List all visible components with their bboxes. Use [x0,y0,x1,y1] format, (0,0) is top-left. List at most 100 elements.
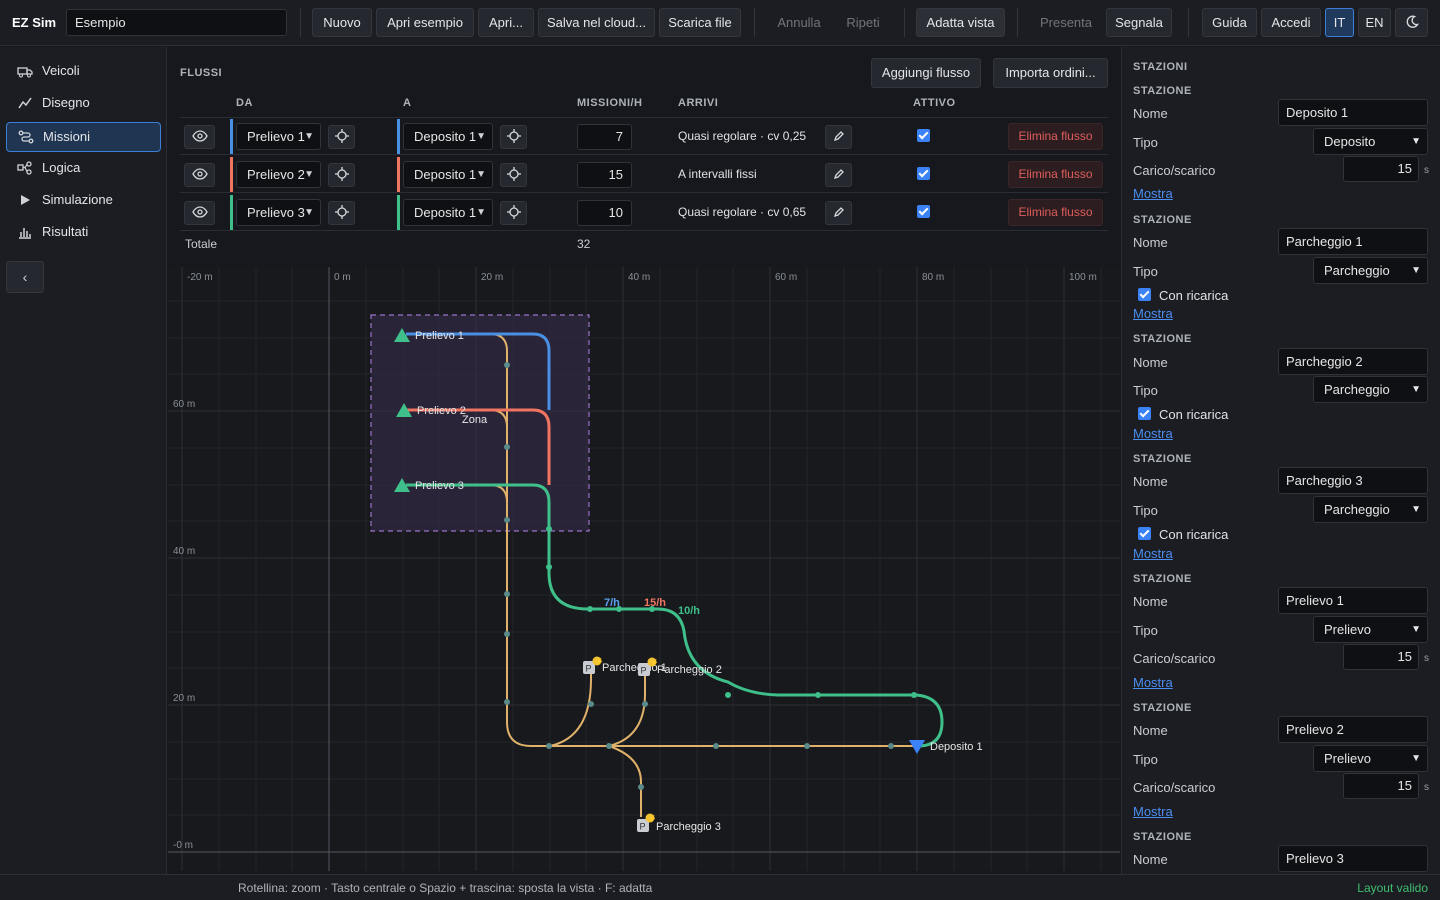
edit-arrivals-button[interactable] [825,125,852,149]
visibility-toggle-button[interactable] [184,125,215,149]
missions-input[interactable]: 15 [577,162,632,188]
type-value: Parcheggio [1324,382,1390,397]
missions-input[interactable]: 7 [577,124,632,150]
locate-to-button[interactable] [500,163,527,187]
delete-flow-button[interactable]: Elimina flusso [1008,161,1103,188]
col-header-active: ATTIVO [913,97,956,109]
chevron-left-icon: ‹ [22,269,28,285]
save-cloud-button[interactable]: Salva nel cloud... [538,8,655,37]
from-select[interactable]: Prelievo 2 ▼ [236,161,321,188]
charging-checkbox[interactable] [1138,407,1151,420]
open-example-button[interactable]: Apri esempio [376,8,474,37]
from-select[interactable]: Prelievo 1 ▼ [236,123,321,150]
to-select[interactable]: Deposito 1 ▼ [403,123,493,150]
station-section-label: STAZIONE [1133,333,1192,345]
station-name-input[interactable]: Parcheggio 1 [1278,228,1428,255]
load-time-input[interactable]: 15 [1343,644,1419,670]
axes [168,267,1120,871]
locate-from-button[interactable] [328,163,355,187]
edit-arrivals-button[interactable] [825,201,852,225]
station-name-input[interactable]: Deposito 1 [1278,99,1428,126]
login-button[interactable]: Accedi [1261,8,1321,37]
station-type-select[interactable]: Parcheggio ▼ [1313,257,1428,284]
edit-arrivals-button[interactable] [825,163,852,187]
to-select[interactable]: Deposito 1 ▼ [403,199,493,226]
sidebar-item-risultati[interactable]: Risultati [6,218,161,248]
active-checkbox[interactable] [917,129,930,142]
open-button[interactable]: Apri... [478,8,534,37]
present-button[interactable]: Presenta [1030,8,1102,37]
sidebar-item-logica[interactable]: Logica [6,154,161,184]
type-label: Tipo [1133,135,1158,150]
station-name-input[interactable]: Parcheggio 2 [1278,348,1428,375]
lang-it-button[interactable]: IT [1325,8,1354,37]
active-checkbox[interactable] [917,205,930,218]
eye-icon [191,167,208,180]
sidebar-item-veicoli[interactable]: Veicoli [6,57,161,87]
show-station-link[interactable]: Mostra [1133,546,1173,561]
station-type-select[interactable]: Parcheggio ▼ [1313,496,1428,523]
layout-canvas[interactable]: -20 m 0 m 20 m 40 m 60 m 80 m 100 m 60 m… [168,267,1120,871]
visibility-toggle-button[interactable] [184,163,215,187]
layout-map[interactable]: -20 m 0 m 20 m 40 m 60 m 80 m 100 m 60 m… [168,267,1120,871]
top-toolbar: EZ Sim Nuovo Apri esempio Apri... Salva … [0,0,1440,46]
parking-station-marker[interactable]: P ⚡ [637,813,657,833]
station-type-select[interactable]: Prelievo ▼ [1313,616,1428,643]
locate-from-button[interactable] [328,125,355,149]
visibility-toggle-button[interactable] [184,201,215,225]
x-tick-label: 0 m [334,272,351,283]
guide-button[interactable]: Guida [1202,8,1257,37]
type-value: Parcheggio [1324,263,1390,278]
y-tick-label: 60 m [173,399,195,410]
active-checkbox[interactable] [917,167,930,180]
station-section-label: STAZIONE [1133,453,1192,465]
download-button[interactable]: Scarica file [659,8,741,37]
station-section-label: STAZIONE [1133,214,1192,226]
to-select[interactable]: Deposito 1 ▼ [403,161,493,188]
undo-button[interactable]: Annulla [767,8,831,37]
eye-icon [191,205,208,218]
type-label: Tipo [1133,623,1158,638]
import-orders-button[interactable]: Importa ordini... [993,58,1108,88]
charging-checkbox[interactable] [1138,527,1151,540]
redo-button[interactable]: Ripeti [835,8,891,37]
workflow-icon [16,154,34,182]
show-station-link[interactable]: Mostra [1133,426,1173,441]
station-name-input[interactable]: Prelievo 1 [1278,587,1428,614]
station-type-select[interactable]: Prelievo ▼ [1313,745,1428,772]
station-type-select[interactable]: Parcheggio ▼ [1313,376,1428,403]
chevron-down-icon: ▼ [304,207,314,218]
new-button[interactable]: Nuovo [312,8,372,37]
load-time-input[interactable]: 15 [1343,773,1419,799]
show-station-link[interactable]: Mostra [1133,186,1173,201]
type-value: Prelievo [1324,622,1371,637]
station-name-input[interactable]: Parcheggio 3 [1278,467,1428,494]
from-select[interactable]: Prelievo 3 ▼ [236,199,321,226]
show-station-link[interactable]: Mostra [1133,804,1173,819]
charging-label: Con ricarica [1159,407,1229,422]
collapse-sidebar-button[interactable]: ‹ [6,261,44,293]
sidebar-item-disegno[interactable]: Disegno [6,89,161,119]
lang-en-button[interactable]: EN [1358,8,1391,37]
add-flow-button[interactable]: Aggiungi flusso [871,58,981,88]
theme-toggle-button[interactable] [1395,8,1428,37]
report-button[interactable]: Segnala [1106,8,1172,37]
delete-flow-button[interactable]: Elimina flusso [1008,199,1103,226]
charging-checkbox[interactable] [1138,288,1151,301]
show-station-link[interactable]: Mostra [1133,675,1173,690]
station-type-select[interactable]: Deposito ▼ [1313,128,1428,155]
delete-flow-button[interactable]: Elimina flusso [1008,123,1103,150]
locate-to-button[interactable] [500,201,527,225]
sidebar-item-missioni[interactable]: Missioni [6,122,161,152]
locate-from-button[interactable] [328,201,355,225]
chevron-down-icon: ▼ [1411,265,1421,276]
locate-to-button[interactable] [500,125,527,149]
show-station-link[interactable]: Mostra [1133,306,1173,321]
load-time-input[interactable]: 15 [1343,156,1419,182]
station-name-input[interactable]: Prelievo 2 [1278,716,1428,743]
station-name-input[interactable]: Prelievo 3 [1278,845,1428,872]
sidebar-item-simulazione[interactable]: Simulazione [6,186,161,216]
missions-input[interactable]: 10 [577,200,632,226]
project-name-input[interactable] [66,9,287,36]
fit-view-button[interactable]: Adatta vista [916,8,1005,37]
